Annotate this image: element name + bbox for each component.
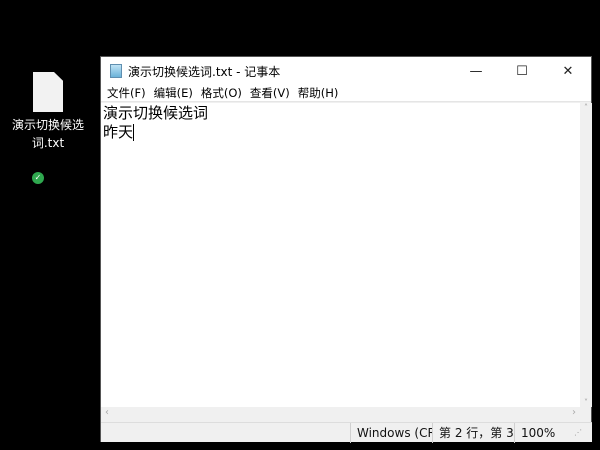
scroll-right-icon[interactable]: › [572, 407, 576, 418]
text-line-2: 昨天 [103, 123, 134, 141]
title-bar[interactable]: 演示切换候选词.txt - 记事本 — ☐ ✕ [101, 57, 591, 85]
menu-view[interactable]: 查看(V) [246, 85, 294, 101]
desktop-file-icon[interactable]: ✓ 演示切换候选词.txt [8, 70, 88, 184]
menu-edit[interactable]: 编辑(E) [150, 85, 197, 101]
horizontal-scrollbar[interactable]: ‹ › [101, 407, 580, 422]
text-file-icon [33, 72, 63, 112]
vertical-scrollbar[interactable]: ˄ ˅ [580, 103, 592, 407]
scroll-left-icon[interactable]: ‹ [105, 407, 109, 418]
menu-format[interactable]: 格式(O) [197, 85, 246, 101]
menu-help[interactable]: 帮助(H) [294, 85, 343, 101]
status-position: 第 2 行，第 3 列 [432, 422, 514, 443]
status-zoom: 100% [514, 422, 574, 443]
notepad-window: 演示切换候选词.txt - 记事本 — ☐ ✕ 文件(F) 编辑(E) 格式(O… [100, 56, 592, 443]
text-editor[interactable]: 演示切换候选词 昨天 [101, 103, 580, 407]
notepad-icon [110, 64, 122, 78]
menu-bar: 文件(F) 编辑(E) 格式(O) 查看(V) 帮助(H) [101, 85, 591, 102]
window-title: 演示切换候选词.txt - 记事本 [128, 64, 281, 79]
minimize-button[interactable]: — [453, 57, 499, 85]
text-caret [133, 124, 135, 141]
maximize-button[interactable]: ☐ [499, 57, 545, 85]
desktop-file-label: 演示切换候选词.txt [11, 118, 84, 150]
text-line-1: 演示切换候选词 [103, 104, 209, 122]
status-bar: Windows (CRLF) 第 2 行，第 3 列 100% ⋰ [101, 422, 592, 443]
menu-file[interactable]: 文件(F) [103, 85, 150, 101]
status-encoding: Windows (CRLF) [350, 422, 432, 443]
close-button[interactable]: ✕ [545, 57, 591, 85]
scroll-down-icon[interactable]: ˅ [580, 398, 592, 407]
sync-check-icon: ✓ [32, 172, 44, 184]
resize-grip-icon[interactable]: ⋰ [574, 428, 582, 437]
scroll-up-icon[interactable]: ˄ [580, 103, 592, 112]
